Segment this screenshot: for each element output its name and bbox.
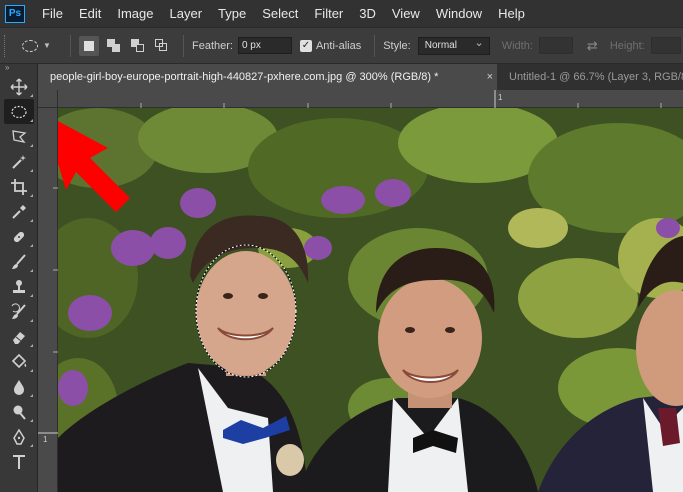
magic-wand-icon [12, 154, 26, 169]
menu-image[interactable]: Image [109, 0, 161, 27]
intersect-selection-button[interactable] [151, 36, 171, 56]
type-icon [13, 454, 25, 469]
blur-icon [14, 379, 24, 395]
healing-brush-icon [13, 231, 25, 242]
horizontal-ruler[interactable]: 1 [58, 90, 683, 108]
new-selection-button[interactable] [79, 35, 99, 56]
clone-stamp-icon [13, 279, 25, 293]
menu-type[interactable]: Type [210, 0, 254, 27]
ruler-h-label: 1 [498, 93, 503, 102]
dodge-tool[interactable] [4, 399, 34, 424]
height-label: Height: [609, 39, 645, 52]
menu-help[interactable]: Help [490, 0, 533, 27]
clone-stamp-tool[interactable] [4, 274, 34, 299]
move-icon [10, 78, 28, 95]
ruler-origin[interactable] [38, 90, 58, 108]
eraser-icon [13, 331, 25, 344]
menu-view[interactable]: View [384, 0, 428, 27]
tool-preset-picker[interactable]: ▼ [22, 39, 62, 52]
document-tabs: people-girl-boy-europe-portrait-high-440… [38, 64, 683, 90]
crop-tool[interactable] [4, 174, 34, 199]
new-selection-icon [84, 40, 94, 51]
elliptical-marquee-preset-icon [22, 39, 38, 52]
pen-icon [13, 428, 25, 445]
feather-label: Feather: [192, 39, 233, 52]
style-label: Style: [383, 39, 411, 52]
menu-filter[interactable]: Filter [306, 0, 351, 27]
history-brush-icon [11, 302, 26, 319]
menu-window[interactable]: Window [428, 0, 490, 27]
brush-icon [12, 253, 26, 269]
add-to-selection-button[interactable] [103, 36, 123, 56]
menu-layer[interactable]: Layer [162, 0, 211, 27]
divider [183, 34, 184, 57]
healing-brush-tool[interactable] [4, 224, 34, 249]
eyedropper-tool[interactable] [4, 199, 34, 224]
polygonal-lasso-tool[interactable] [4, 124, 34, 149]
tab-label: Untitled-1 @ 66.7% (Layer 3, RGB/8) [509, 71, 683, 83]
blur-tool[interactable] [4, 374, 34, 399]
photoshop-logo-icon: Ps [5, 4, 25, 23]
menu-edit[interactable]: Edit [71, 0, 109, 27]
menu-select[interactable]: Select [254, 0, 306, 27]
subtract-selection-icon [130, 39, 144, 52]
tools-panel: » [0, 64, 38, 492]
subtract-from-selection-button[interactable] [127, 36, 147, 56]
feather-input[interactable]: 0 px [237, 37, 292, 54]
tab-label: people-girl-boy-europe-portrait-high-440… [50, 71, 439, 83]
document-canvas[interactable] [58, 108, 683, 492]
collapse-panel-icon[interactable]: » [0, 64, 37, 74]
menu-bar: Ps File Edit Image Layer Type Select Fil… [0, 0, 683, 27]
close-icon[interactable]: × [487, 64, 493, 90]
paint-bucket-tool[interactable] [4, 349, 34, 374]
vertical-ruler[interactable]: 1 [38, 108, 58, 492]
pen-tool[interactable] [4, 424, 34, 449]
photo [58, 108, 683, 492]
history-brush-tool[interactable] [4, 299, 34, 324]
move-tool[interactable] [4, 74, 34, 99]
eraser-tool[interactable] [4, 324, 34, 349]
type-tool[interactable] [4, 449, 34, 474]
crop-icon [11, 178, 27, 195]
width-label: Width: [501, 39, 533, 52]
tab-active-document[interactable]: people-girl-boy-europe-portrait-high-440… [38, 64, 497, 90]
brush-tool[interactable] [4, 249, 34, 274]
tab-untitled-document[interactable]: Untitled-1 @ 66.7% (Layer 3, RGB/8) [497, 64, 683, 90]
menu-3d[interactable]: 3D [351, 0, 384, 27]
dodge-icon [13, 405, 26, 420]
ruler-ticks [140, 90, 662, 108]
divider [70, 34, 71, 57]
menu-file[interactable]: File [34, 0, 71, 27]
divider [374, 34, 376, 57]
chevron-down-icon: ▼ [43, 41, 51, 50]
width-input[interactable] [538, 37, 573, 54]
ruler-v-label: 1 [43, 435, 48, 444]
options-bar-grip[interactable] [4, 34, 8, 57]
options-bar: ▼ Feather: 0 px ✓ Anti-alias Style: Norm… [0, 27, 683, 64]
polygonal-lasso-icon [12, 129, 27, 143]
elliptical-marquee-tool[interactable] [4, 99, 34, 124]
add-selection-icon [106, 39, 120, 52]
antialias-checkbox[interactable]: ✓ [299, 39, 312, 52]
ruler-ticks [38, 187, 58, 434]
swap-width-height-icon[interactable]: ⇄ [587, 38, 598, 54]
paint-bucket-icon [11, 353, 27, 368]
elliptical-marquee-icon [11, 105, 27, 118]
intersect-selection-icon [154, 39, 168, 52]
eyedropper-icon [12, 204, 26, 219]
magic-wand-tool[interactable] [4, 149, 34, 174]
antialias-label: Anti-alias [315, 39, 362, 52]
height-input[interactable] [650, 37, 681, 54]
style-select[interactable]: Normal [417, 35, 490, 55]
